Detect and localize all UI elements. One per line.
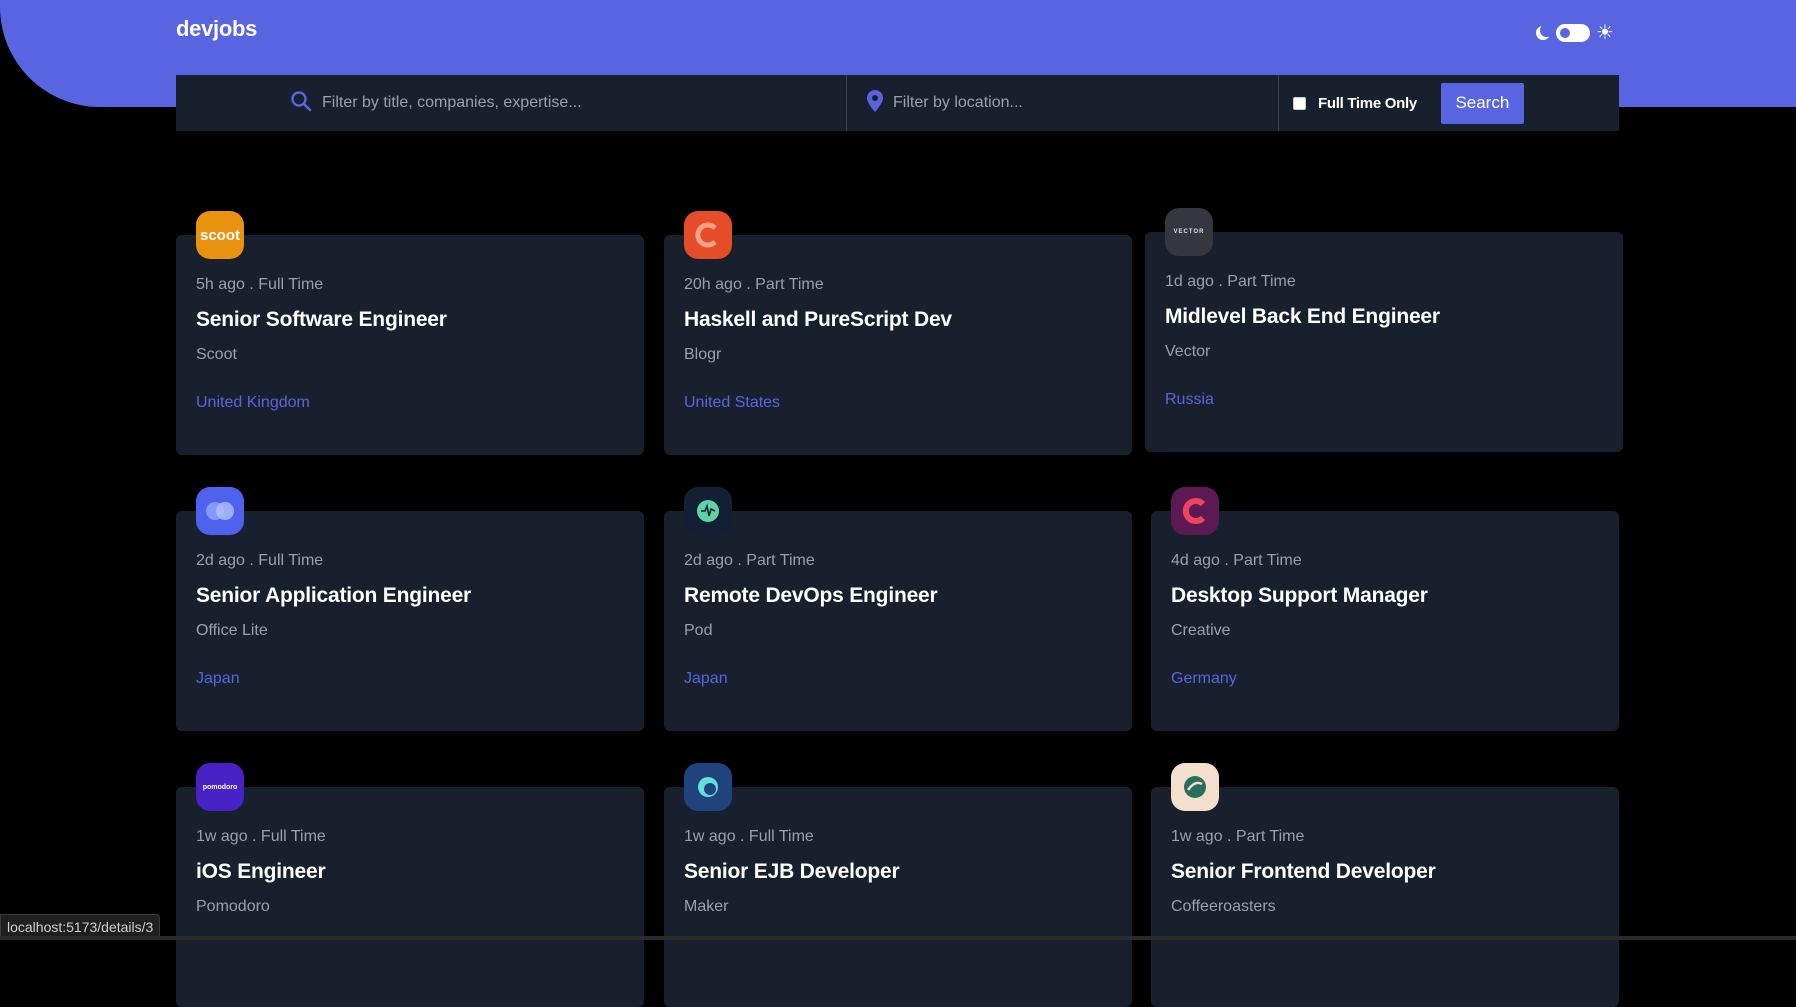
- job-location: United States: [684, 394, 781, 411]
- job-location: Germany: [1171, 670, 1237, 687]
- job-title[interactable]: Midlevel Back End Engineer: [1165, 304, 1623, 330]
- job-title[interactable]: Desktop Support Manager: [1171, 583, 1619, 609]
- job-location: United Kingdom: [196, 394, 310, 411]
- job-card[interactable]: pomodoro 1w ago . Full Time iOS Engineer…: [176, 763, 644, 1007]
- job-meta: 1w ago . Part Time: [1171, 828, 1305, 845]
- location-filter-input[interactable]: [891, 93, 1195, 113]
- full-time-checkbox[interactable]: [1293, 96, 1306, 110]
- company-logo-icon: [684, 763, 732, 811]
- location-filter: [847, 75, 1279, 131]
- job-card[interactable]: 20h ago . Part Time Haskell and PureScri…: [664, 211, 1132, 455]
- company-logo-icon: [1171, 763, 1219, 811]
- job-company: Creative: [1171, 622, 1231, 639]
- app-logo[interactable]: devjobs: [176, 16, 257, 42]
- job-card[interactable]: 2d ago . Part Time Remote DevOps Enginee…: [664, 487, 1132, 731]
- location-pin-icon: [867, 89, 883, 117]
- sun-icon: ☀: [1596, 22, 1614, 44]
- job-title[interactable]: Senior EJB Developer: [684, 859, 1132, 885]
- theme-toggle[interactable]: ☀: [1536, 22, 1620, 44]
- theme-switch[interactable]: [1556, 24, 1590, 42]
- company-logo-icon: [1171, 487, 1219, 535]
- title-filter-input[interactable]: [320, 93, 744, 113]
- job-title[interactable]: Senior Frontend Developer: [1171, 859, 1619, 885]
- job-meta: 2d ago . Full Time: [196, 552, 324, 569]
- title-filter: [176, 75, 847, 131]
- job-card[interactable]: VECTOR 1d ago . Part Time Midlevel Back …: [1145, 208, 1623, 452]
- job-company: Office Lite: [196, 622, 268, 639]
- job-card[interactable]: 4d ago . Part Time Desktop Support Manag…: [1151, 487, 1619, 731]
- full-time-label[interactable]: Full Time Only: [1318, 95, 1417, 112]
- job-card[interactable]: 2d ago . Full Time Senior Application En…: [176, 487, 644, 731]
- job-meta: 1w ago . Full Time: [196, 828, 326, 845]
- job-meta: 4d ago . Part Time: [1171, 552, 1302, 569]
- job-company: Pod: [684, 622, 713, 639]
- search-button[interactable]: Search: [1440, 82, 1524, 124]
- job-meta: 20h ago . Part Time: [684, 276, 824, 293]
- job-card[interactable]: 1w ago . Part Time Senior Frontend Devel…: [1151, 763, 1619, 1007]
- job-company: Blogr: [684, 346, 722, 363]
- search-bar: Full Time Only Search: [176, 75, 1619, 131]
- search-icon: [290, 90, 312, 117]
- company-logo-icon: scoot: [196, 211, 244, 259]
- job-meta: 2d ago . Part Time: [684, 552, 815, 569]
- job-card[interactable]: 1w ago . Full Time Senior EJB Developer …: [664, 763, 1132, 1007]
- company-logo-icon: [684, 211, 732, 259]
- company-logo-icon: pomodoro: [196, 763, 244, 811]
- job-company: Vector: [1165, 343, 1211, 360]
- job-title[interactable]: iOS Engineer: [196, 859, 644, 885]
- job-location: Russia: [1165, 391, 1214, 408]
- job-company: Maker: [684, 898, 729, 915]
- job-location: Japan: [196, 670, 240, 687]
- job-meta: 5h ago . Full Time: [196, 276, 324, 293]
- company-logo-icon: [196, 487, 244, 535]
- job-meta: 1w ago . Full Time: [684, 828, 814, 845]
- job-title[interactable]: Haskell and PureScript Dev: [684, 307, 1132, 333]
- company-logo-icon: [684, 487, 732, 535]
- job-meta: 1d ago . Part Time: [1165, 273, 1296, 290]
- job-company: Pomodoro: [196, 898, 270, 915]
- job-title[interactable]: Senior Application Engineer: [196, 583, 644, 609]
- job-title[interactable]: Remote DevOps Engineer: [684, 583, 1132, 609]
- job-card[interactable]: scoot 5h ago . Full Time Senior Software…: [176, 211, 644, 455]
- job-location: Japan: [684, 670, 728, 687]
- filter-options: Full Time Only Search: [1279, 75, 1619, 131]
- window-bottom-edge: [0, 936, 1796, 940]
- moon-icon: [1536, 24, 1553, 40]
- job-company: Coffeeroasters: [1171, 898, 1276, 915]
- company-logo-icon: VECTOR: [1165, 208, 1213, 256]
- job-title[interactable]: Senior Software Engineer: [196, 307, 644, 333]
- job-company: Scoot: [196, 346, 237, 363]
